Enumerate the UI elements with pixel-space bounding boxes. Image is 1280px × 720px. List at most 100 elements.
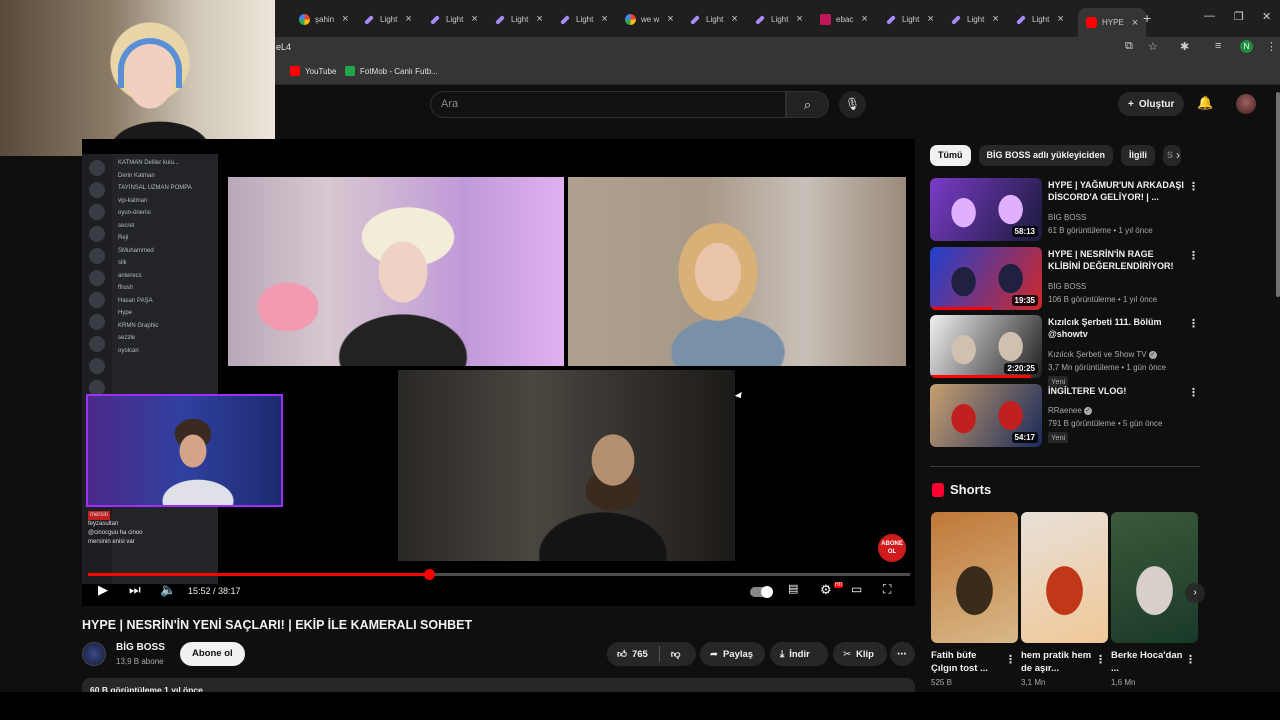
channel-name[interactable]: BİG BOSS [1048,213,1086,222]
bookmark-fotmob[interactable]: FotMob - Canlı Futb... [345,66,438,76]
more-vertical-icon[interactable]: ⋮ [1188,386,1199,399]
close-tab-icon[interactable]: × [601,13,607,25]
more-vertical-icon[interactable]: ⋮ [1005,653,1016,666]
share-button[interactable]: ➦ Paylaş [700,642,765,666]
video-title[interactable]: İNGİLTERE VLOG! [1048,385,1184,397]
chip-related[interactable]: İlgili [1121,145,1156,166]
recommended-video[interactable]: 19:35 HYPE | NESRİN'İN RAGE KLİBİNİ DEĞER… [930,247,1200,311]
create-button[interactable]: + Oluştur [1118,92,1185,116]
browser-tab[interactable]: Light × [495,8,543,30]
recommended-video[interactable]: 2:20:25 Kızılcık Şerbeti 111. Bölüm @show… [930,315,1200,387]
scrubber-handle[interactable] [423,569,435,580]
download-button[interactable]: ⤓ İndir [770,642,828,666]
browser-tab[interactable]: Light × [1016,8,1064,30]
video-title[interactable]: HYPE | YAĞMUR'UN ARKADAŞI DİSCORD'A GELİ… [1048,179,1184,203]
install-app-icon[interactable]: ⧉ [1125,40,1133,53]
close-tab-icon[interactable]: × [731,13,737,25]
short-thumbnail[interactable] [1111,512,1198,643]
subtitles-icon[interactable]: ▤ [788,582,798,595]
url-text[interactable]: eL4 [276,42,291,52]
chevron-right-icon[interactable]: › [1176,148,1180,162]
browser-tab[interactable]: Light × [364,8,412,30]
autoplay-toggle[interactable] [750,586,773,598]
more-vertical-icon[interactable]: ⋮ [1188,317,1199,330]
close-tab-icon[interactable]: × [1057,13,1063,25]
dislike-button[interactable]: 👎︎ [671,648,681,660]
close-tab-icon[interactable]: × [405,13,411,25]
media-control-icon[interactable]: ≡ [1215,40,1221,52]
close-tab-icon[interactable]: × [861,13,867,25]
more-vertical-icon[interactable]: ⋮ [1095,653,1106,666]
short-title[interactable]: Fatih büfe Çılgın tost ... [931,649,1003,675]
browser-tab[interactable]: Light × [755,8,803,30]
browser-tab[interactable]: Light × [951,8,999,30]
browser-tab[interactable]: ebac × [820,8,868,30]
video-thumbnail[interactable]: 54:17 [930,384,1042,447]
account-avatar[interactable] [1236,94,1256,114]
more-vertical-icon[interactable]: ⋮ [1188,180,1199,193]
theater-mode-icon[interactable]: ▭ [851,582,862,596]
channel-name[interactable]: BİG BOSS [1048,282,1086,291]
progress-bar[interactable] [88,569,910,580]
notifications-bell-icon[interactable]: 🔔 [1197,95,1213,111]
video-thumbnail[interactable]: 58:13 [930,178,1042,241]
profile-avatar[interactable]: N [1240,40,1253,53]
channel-name[interactable]: Kızılcık Şerbeti ve Show TV ✓ [1048,350,1157,359]
channel-name[interactable]: BİG BOSS [116,642,165,653]
close-tab-icon[interactable]: × [536,13,542,25]
volume-icon[interactable]: 🔈 [160,582,176,598]
bookmark-star-icon[interactable]: ☆ [1148,40,1158,53]
video-thumbnail[interactable]: 2:20:25 [930,315,1042,378]
close-tab-icon[interactable]: × [471,13,477,25]
close-tab-icon[interactable]: × [667,13,673,25]
recommended-video[interactable]: 58:13 HYPE | YAĞMUR'UN ARKADAŞI DİSCORD'A… [930,178,1200,242]
more-actions-button[interactable]: ⋯ [890,642,915,666]
close-window-icon[interactable]: ✕ [1262,10,1271,23]
chip-from-uploader[interactable]: BİG BOSS adlı yükleyiciden [978,145,1114,166]
restore-icon[interactable]: ❐ [1234,10,1244,23]
video-player[interactable]: KATMAN Deliler kulu... Derin Katman TAYINS… [82,139,915,606]
settings-gear-icon[interactable]: ⚙ [820,582,832,598]
short-item[interactable]: hem pratik hem de aşır... 3,1 Mn ⋮ [1021,512,1108,687]
browser-menu-icon[interactable]: ⋮ [1266,40,1277,53]
more-vertical-icon[interactable]: ⋮ [1188,249,1199,262]
close-tab-icon[interactable]: × [992,13,998,25]
video-title[interactable]: Kızılcık Şerbeti 111. Bölüm @showtv [1048,316,1184,340]
extensions-icon[interactable]: ✱ [1180,40,1189,53]
browser-tab[interactable]: Light × [560,8,608,30]
close-tab-icon[interactable]: × [796,13,802,25]
like-button[interactable]: 👍︎ 765 [617,648,648,661]
short-thumbnail[interactable] [1021,512,1108,643]
minimize-icon[interactable]: — [1204,10,1215,22]
search-button[interactable]: ⌕ [786,91,829,118]
short-title[interactable]: Berke Hoca'dan ... [1111,649,1183,675]
short-item[interactable]: Berke Hoca'dan ... 1,6 Mn ⋮ [1111,512,1198,687]
search-input[interactable]: Ara [430,91,786,118]
page-scrollbar[interactable] [1276,92,1280,297]
short-item[interactable]: Fatih büfe Çılgın tost ... 525 B ⋮ [931,512,1018,687]
close-tab-icon[interactable]: × [927,13,933,25]
recommended-video[interactable]: 54:17 İNGİLTERE VLOG! RRaenee ✓ 791 B görün… [930,384,1200,448]
more-vertical-icon[interactable]: ⋮ [1185,653,1196,666]
new-tab-button[interactable]: + [1143,10,1151,26]
browser-tab[interactable]: HYPE × [1078,8,1147,37]
fullscreen-icon[interactable]: ⛶ [883,582,891,597]
browser-tab[interactable]: şahin × [299,8,349,30]
voice-search-button[interactable]: 🎙 [839,91,866,118]
browser-tab[interactable]: we w × [625,8,674,30]
chip-all[interactable]: Tümü [930,145,971,166]
browser-tab[interactable]: Light × [690,8,738,30]
browser-tab[interactable]: Light × [430,8,478,30]
next-icon[interactable]: ⏭ [129,582,141,598]
play-icon[interactable]: ▶ [98,582,108,598]
subscribe-button[interactable]: Abone ol [180,642,245,666]
shorts-next-button[interactable]: › [1185,583,1205,603]
browser-tab[interactable]: Light × [886,8,934,30]
video-thumbnail[interactable]: 19:35 [930,247,1042,310]
clip-button[interactable]: ✂ Klip [833,642,887,666]
close-tab-icon[interactable]: × [342,13,348,25]
short-thumbnail[interactable] [931,512,1018,643]
short-title[interactable]: hem pratik hem de aşır... [1021,649,1093,675]
channel-name[interactable]: RRaenee ✓ [1048,406,1093,415]
video-title[interactable]: HYPE | NESRİN'İN RAGE KLİBİNİ DEĞERLENDİ… [1048,248,1184,272]
